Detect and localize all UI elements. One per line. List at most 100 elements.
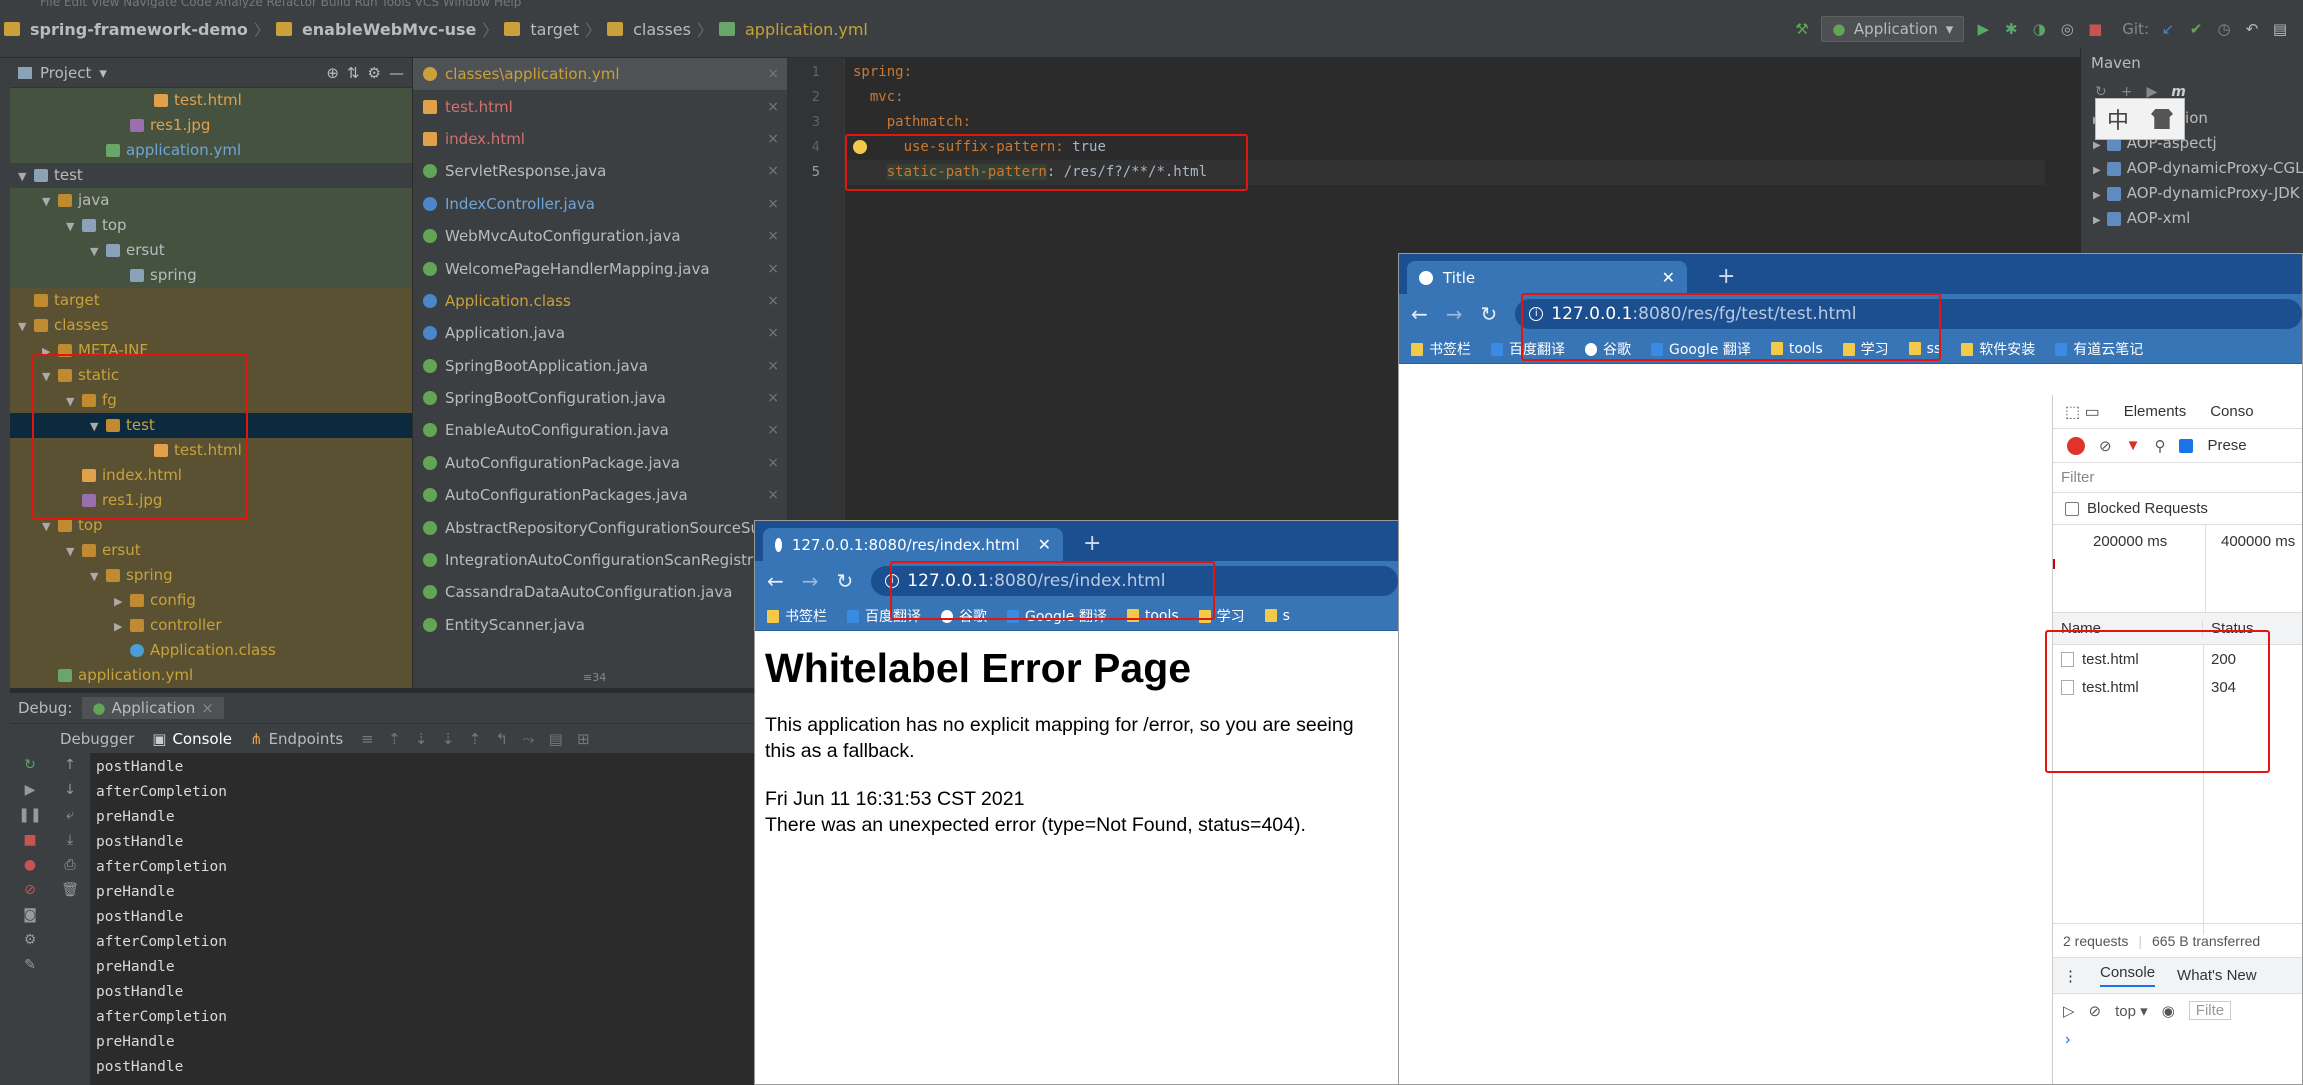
rerun-icon[interactable]: ↻ [10,753,50,778]
collapsed-arrow-icon[interactable]: ▶ [2093,165,2101,176]
tree-item[interactable]: res1.jpg [10,113,412,138]
tree-item[interactable]: ▼ ersut [10,238,412,263]
tab-elements[interactable]: Elements [2124,403,2187,420]
tree-item[interactable]: ▶ config [10,588,412,613]
more-icon[interactable]: ⋮ [2063,967,2078,985]
project-title[interactable]: Project [40,64,91,82]
stop-icon[interactable]: ■ [2086,20,2104,38]
run-icon[interactable]: ▶ [1974,20,1992,38]
open-file-tab[interactable]: IntegrationAutoConfigurationScanRegistra… [413,544,787,576]
search-icon[interactable]: ⚲ [2154,437,2165,455]
bookmark-item[interactable]: 谷歌 [1585,339,1631,359]
clear-icon[interactable]: ⊘ [2099,437,2112,455]
bookmark-item[interactable]: 学习 [1198,606,1245,626]
close-icon[interactable]: × [767,455,779,471]
expanded-arrow-icon[interactable]: ▼ [42,189,58,214]
debug-session-tab[interactable]: ● Application × [82,697,224,719]
breadcrumb-target[interactable]: target [530,20,579,39]
bookmark-item[interactable]: s [1264,608,1290,624]
bookmark-item[interactable]: Google 翻译 [1007,606,1107,626]
vcs-rollback-icon[interactable]: ↶ [2243,20,2261,38]
open-file-tab[interactable]: ServletResponse.java × [413,155,787,187]
forward-icon[interactable]: → [802,569,819,593]
bookmark-item[interactable]: 有道云笔记 [2055,339,2143,359]
expanded-arrow-icon[interactable]: ▼ [66,389,82,414]
open-file-tab[interactable]: AutoConfigurationPackages.java × [413,479,787,511]
close-icon[interactable]: × [767,228,779,244]
code-line[interactable]: pathmatch: [845,110,2045,135]
expanded-arrow-icon[interactable]: ▼ [66,214,82,239]
address-bar[interactable]: i 127.0.0.1:8080/res/fg/test/test.html [1515,299,2302,329]
code-line[interactable]: mvc: [845,85,2045,110]
bookmark-item[interactable]: ss [1908,341,1941,357]
console-prompt[interactable]: › [2065,1031,2070,1049]
camera-icon[interactable]: ◙ [10,903,50,928]
expanded-arrow-icon[interactable]: ▼ [42,364,58,389]
close-icon[interactable]: × [767,131,779,147]
locate-icon[interactable]: ⊕ [326,64,339,82]
open-file-tab[interactable]: AbstractRepositoryConfigurationSourceSu× [413,511,787,543]
open-file-tab[interactable]: SpringBootConfiguration.java × [413,382,787,414]
console-filter-input[interactable]: Filte [2188,1001,2232,1020]
tree-item[interactable]: Application.class [10,638,412,663]
column-name[interactable]: Name [2053,620,2203,637]
print-icon[interactable]: ⎙ [50,853,90,878]
context-select[interactable]: top ▾ [2115,1002,2148,1020]
view-breakpoints-icon[interactable]: ● [10,853,50,878]
tree-item[interactable]: res1.jpg [10,488,412,513]
tree-item[interactable]: index.html [10,463,412,488]
open-file-tab[interactable]: IndexController.java × [413,188,787,220]
info-icon[interactable]: i [1529,307,1544,321]
gear-icon[interactable]: ⚙ [368,64,381,82]
tree-item[interactable]: test.html [10,88,412,113]
expanded-arrow-icon[interactable]: ▼ [18,314,34,339]
open-file-tab[interactable]: EntityScanner.java× [413,609,787,641]
up-icon[interactable]: ↑ [50,753,90,778]
debug-bug-icon[interactable]: ✱ [2002,20,2020,38]
sidebar-toggle-icon[interactable]: ▷ [2063,1002,2075,1020]
pin-icon[interactable]: ✎ [10,953,50,978]
bookmark-item[interactable]: Google 翻译 [1651,339,1751,359]
tab-debugger[interactable]: Debugger [60,730,134,748]
run-config-select[interactable]: ● Application ▾ [1820,16,1965,42]
expanded-arrow-icon[interactable]: ▼ [66,539,82,564]
collapsed-arrow-icon[interactable]: ▶ [2093,140,2101,151]
bookmark-item[interactable]: 谷歌 [941,606,987,626]
blocked-requests-checkbox[interactable] [2065,501,2079,516]
resume-icon[interactable]: ▶ [10,778,50,803]
network-request-row[interactable]: test.html 304 [2053,673,2302,701]
tree-item[interactable]: ▼ spring [10,563,412,588]
expanded-arrow-icon[interactable]: ▼ [90,564,106,589]
filter-input[interactable]: Filter [2053,463,2302,493]
tree-item[interactable]: application.yml [10,138,412,163]
trash-icon[interactable]: 🗑 [50,878,90,903]
network-request-row[interactable]: test.html 200 [2053,645,2302,673]
collapsed-arrow-icon[interactable]: ▶ [2093,215,2101,226]
bookmark-item[interactable]: 百度翻译 [1491,339,1565,359]
profile-icon[interactable]: ◎ [2058,20,2076,38]
filter-icon[interactable]: ▼ [2126,437,2141,454]
open-file-tab[interactable]: SpringBootApplication.java × [413,350,787,382]
more-tabs-count[interactable]: ≡34 [583,671,606,684]
close-icon[interactable]: × [767,358,779,374]
collapsed-arrow-icon[interactable]: ▶ [114,614,130,639]
tree-item[interactable]: ▼ ersut [10,538,412,563]
breadcrumb-file[interactable]: application.yml [745,20,868,39]
network-timeline[interactable]: 200000 ms 400000 ms [2053,525,2302,613]
mute-breakpoints-icon[interactable]: ⊘ [10,878,50,903]
breadcrumb-module[interactable]: enableWebMvc-use [302,20,476,39]
layout-icon[interactable]: ▤ [2271,20,2289,38]
hide-icon[interactable]: — [389,64,404,82]
preserve-log-checkbox[interactable] [2179,438,2194,453]
vcs-history-icon[interactable]: ◷ [2215,20,2233,38]
open-file-tab[interactable]: classes\application.yml × [413,58,787,91]
code-line[interactable]: static-path-pattern: /res/f?/**/*.html [845,160,2045,185]
column-status[interactable]: Status [2203,620,2254,637]
address-bar[interactable]: i 127.0.0.1:8080/res/index.html [871,566,1398,596]
tree-item[interactable]: test.html [10,438,412,463]
clear-console-icon[interactable]: ⊘ [2089,1002,2102,1020]
close-icon[interactable]: × [767,293,779,309]
tree-item[interactable]: ▼ top [10,513,412,538]
tree-item[interactable]: ▶ META-INF [10,338,412,363]
ime-toolbar[interactable]: 中 [2095,98,2185,140]
